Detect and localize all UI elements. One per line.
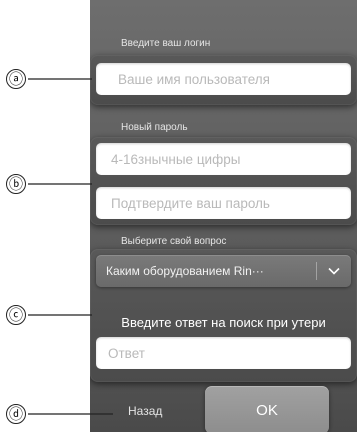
callout-a: ⓐ [6,69,26,89]
login-section-label: Введите ваш логин [121,38,211,49]
security-question-panel: Каким оборудованием Rin··· Введите ответ… [90,249,357,382]
answer-prompt: Введите ответ на поиск при утери [121,315,326,330]
back-button[interactable]: Назад [128,404,162,418]
new-password-input[interactable]: 4-16знычные цифры [96,143,351,175]
question-section-label: Выберите свой вопрос [121,236,227,247]
selected-question-text: Каким оборудованием Rin··· [106,264,264,278]
callout-d: ⓓ [6,404,26,424]
security-question-dropdown[interactable]: Каким оборудованием Rin··· [96,255,351,287]
confirm-password-input[interactable]: Подтвердите ваш пароль [96,187,351,219]
login-form-screen: Введите ваш логин Ваше имя пользователя … [90,0,357,432]
password-panel: 4-16знычные цифры Подтвердите ваш пароль [90,137,357,225]
login-panel: Ваше имя пользователя [90,55,357,105]
username-input[interactable]: Ваше имя пользователя [96,63,351,95]
answer-input[interactable]: Ответ [96,337,351,369]
callout-b: ⓑ [6,174,26,194]
chevron-down-icon[interactable] [317,255,351,287]
password-section-label: Новый пароль [121,122,188,133]
ok-button[interactable]: OK [205,386,329,432]
callout-c: ⓒ [6,305,26,325]
